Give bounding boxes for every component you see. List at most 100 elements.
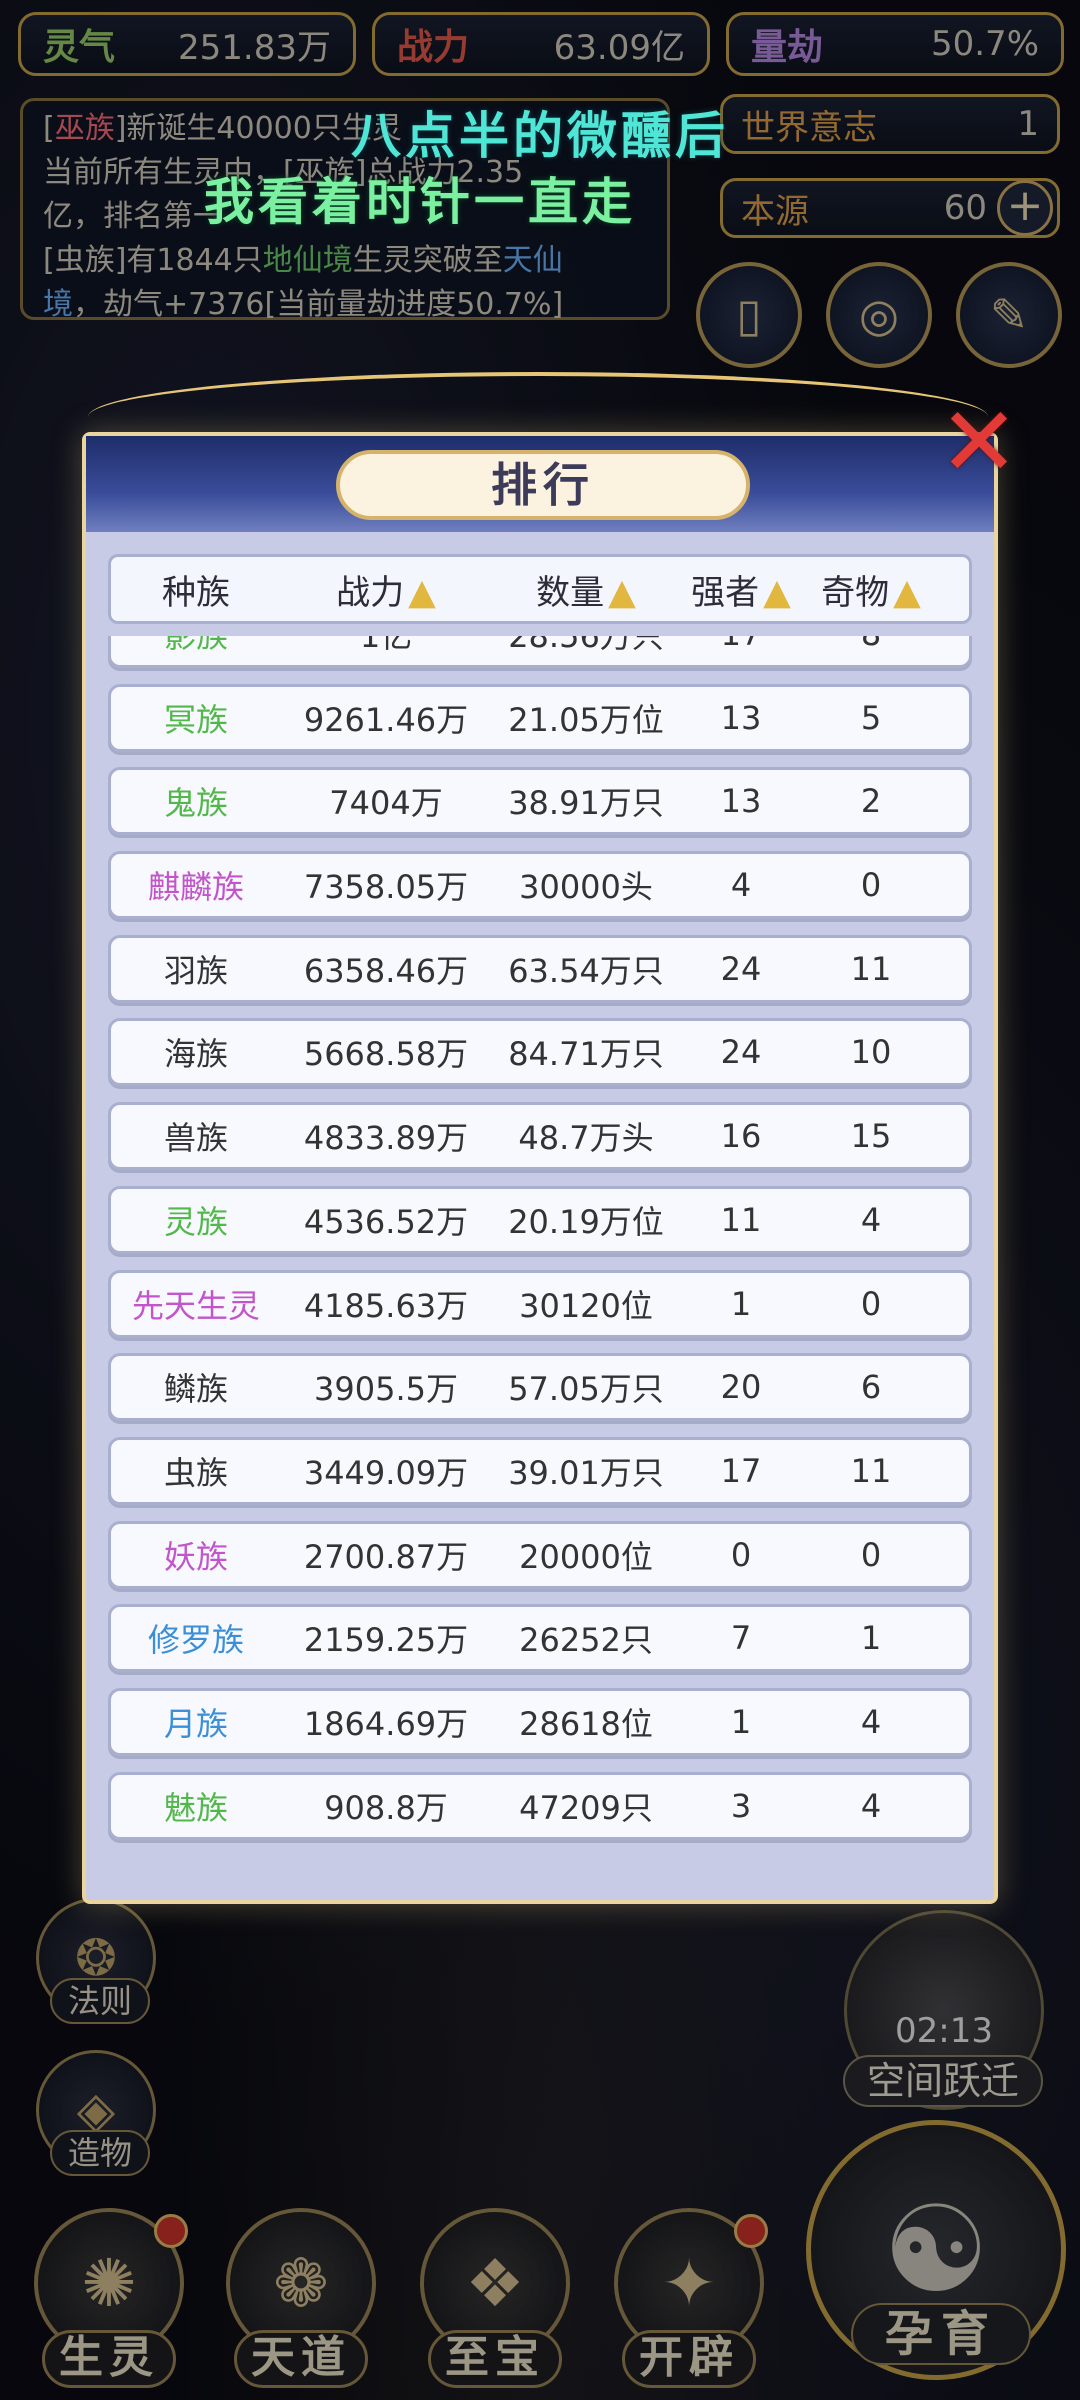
cell-elite: 17	[681, 636, 801, 653]
cell-count: 30120位	[519, 1286, 653, 1325]
table-row[interactable]: 冥族 9261.46万 21.05万位 13 5	[108, 683, 972, 752]
cell-count: 84.71万只	[508, 1035, 664, 1074]
table-row[interactable]: 鳞族 3905.5万 57.05万只 20 6	[108, 1353, 972, 1422]
cell-items: 15	[850, 1117, 892, 1156]
ranking-list[interactable]: 影族1亿28.56万只178冥族9261.46万21.05万位135鬼族7404…	[108, 636, 972, 1886]
header-label: 强者	[691, 572, 760, 613]
cell-count: 30000头	[519, 868, 653, 907]
cell-elite: 3	[730, 1786, 752, 1825]
cell-power: 5668.58万	[303, 1035, 469, 1074]
cell-power: 6358.46万	[303, 951, 469, 990]
table-row[interactable]: 妖族 2700.87万 20000位 0 0	[108, 1520, 972, 1589]
sort-up-icon: ▲	[763, 571, 791, 613]
cell-items: 0	[860, 1535, 882, 1574]
table-row[interactable]: 魅族 908.8万 47209只 3 4	[108, 1771, 972, 1840]
cell-race: 魅族	[163, 1788, 228, 1827]
header-count[interactable]: 数量 ▲	[491, 565, 681, 614]
cell-power: 7358.05万	[303, 868, 469, 907]
cell-power: 4185.63万	[303, 1286, 469, 1325]
cell-race: 修罗族	[147, 1621, 244, 1660]
cell-count: 28618位	[519, 1704, 653, 1743]
cell-elite: 7	[730, 1619, 752, 1658]
cell-power: 3905.5万	[314, 1370, 458, 1409]
cell-race: 灵族	[163, 1202, 228, 1241]
header-race: 种族	[162, 572, 230, 613]
cell-items: 0	[860, 1284, 882, 1323]
sort-up-icon: ▲	[408, 571, 436, 613]
cell-power: 2159.25万	[303, 1621, 469, 1660]
cell-items: 6	[860, 1368, 882, 1407]
table-row[interactable]: 羽族 6358.46万 63.54万只 24 11	[108, 934, 972, 1003]
cell-power: 4536.52万	[303, 1202, 469, 1241]
cell-race: 虫族	[163, 1453, 228, 1492]
sort-up-icon: ▲	[893, 571, 921, 613]
cell-elite: 24	[720, 949, 762, 988]
cell-count: 47209只	[519, 1788, 653, 1827]
cell-elite: 11	[720, 1200, 762, 1239]
header-power[interactable]: 战力 ▲	[281, 565, 491, 614]
cell-elite: 13	[720, 698, 762, 737]
cell-items: 1	[860, 1619, 882, 1658]
cell-race: 影族	[163, 636, 228, 655]
table-header: 种族 战力 ▲ 数量 ▲ 强者 ▲ 奇物 ▲	[108, 554, 972, 624]
cell-items: 0	[860, 866, 882, 905]
cell-power: 7404万	[329, 784, 443, 823]
overlay-caption-1: 八点半的微醺后	[351, 107, 729, 165]
cell-count: 38.91万只	[508, 784, 664, 823]
cell-power: 1864.69万	[303, 1704, 469, 1743]
table-row[interactable]: 灵族 4536.52万 20.19万位 11 4	[108, 1185, 972, 1254]
table-row[interactable]: 先天生灵 4185.63万 30120位 1 0	[108, 1269, 972, 1338]
cell-elite: 17	[720, 1451, 762, 1490]
header-label: 数量	[536, 572, 605, 613]
cell-count: 20.19万位	[508, 1202, 664, 1241]
table-row[interactable]: 虫族 3449.09万 39.01万只 17 11	[108, 1436, 972, 1505]
cell-race: 兽族	[163, 1119, 228, 1158]
cell-items: 11	[850, 1451, 892, 1490]
cell-items: 4	[860, 1200, 882, 1239]
cell-race: 冥族	[163, 700, 228, 739]
cell-power: 4833.89万	[303, 1119, 469, 1158]
cell-power: 3449.09万	[303, 1453, 469, 1492]
cell-power: 9261.46万	[303, 700, 469, 739]
cell-elite: 20	[720, 1368, 762, 1407]
table-row[interactable]: 麒麟族 7358.05万 30000头 4 0	[108, 851, 972, 920]
table-row[interactable]: 月族 1864.69万 28618位 1 4	[108, 1687, 972, 1756]
cell-items: 5	[860, 698, 882, 737]
cell-power: 2700.87万	[303, 1537, 469, 1576]
cell-elite: 13	[720, 782, 762, 821]
cell-race: 羽族	[163, 951, 228, 990]
table-row[interactable]: 海族 5668.58万 84.71万只 24 10	[108, 1018, 972, 1087]
cell-items: 11	[850, 949, 892, 988]
table-row[interactable]: 修罗族 2159.25万 26252只 7 1	[108, 1604, 972, 1673]
table-row[interactable]: 兽族 4833.89万 48.7万头 16 15	[108, 1102, 972, 1171]
cell-items: 8	[801, 636, 941, 653]
cell-elite: 16	[720, 1117, 762, 1156]
header-items[interactable]: 奇物 ▲	[801, 565, 941, 614]
cell-elite: 4	[730, 866, 752, 905]
cell-count: 26252只	[519, 1621, 653, 1660]
header-elite[interactable]: 强者 ▲	[681, 565, 801, 614]
cell-count: 48.7万头	[518, 1119, 654, 1158]
cell-elite: 1	[730, 1284, 752, 1323]
cell-elite: 1	[730, 1702, 752, 1741]
cell-power: 908.8万	[324, 1788, 448, 1827]
cell-count: 21.05万位	[508, 700, 664, 739]
cell-elite: 0	[730, 1535, 752, 1574]
cell-count: 28.56万只	[508, 636, 664, 655]
close-icon[interactable]: ✕	[934, 394, 1024, 490]
table-row[interactable]: 鬼族 7404万 38.91万只 13 2	[108, 767, 972, 836]
cell-items: 4	[860, 1702, 882, 1741]
cell-race: 妖族	[163, 1537, 228, 1576]
cell-items: 10	[850, 1033, 892, 1072]
cell-count: 39.01万只	[508, 1453, 664, 1492]
cell-race: 鳞族	[163, 1370, 228, 1409]
table-row[interactable]: 影族 1亿 28.56万只 178	[108, 636, 972, 668]
header-label: 战力	[336, 572, 405, 613]
ranking-panel: 排行 种族 战力▲ 数量▲ 强者▲ 奇物▲ 影族1亿28.56万只178冥族92…	[82, 432, 998, 1904]
overlay-caption-2: 我看着时针一直走	[204, 173, 636, 231]
panel-title: 排行	[336, 450, 750, 520]
sort-up-icon: ▲	[608, 571, 636, 613]
cell-count: 57.05万只	[508, 1370, 664, 1409]
cell-race: 海族	[163, 1035, 228, 1074]
panel-header: 排行	[86, 436, 994, 532]
